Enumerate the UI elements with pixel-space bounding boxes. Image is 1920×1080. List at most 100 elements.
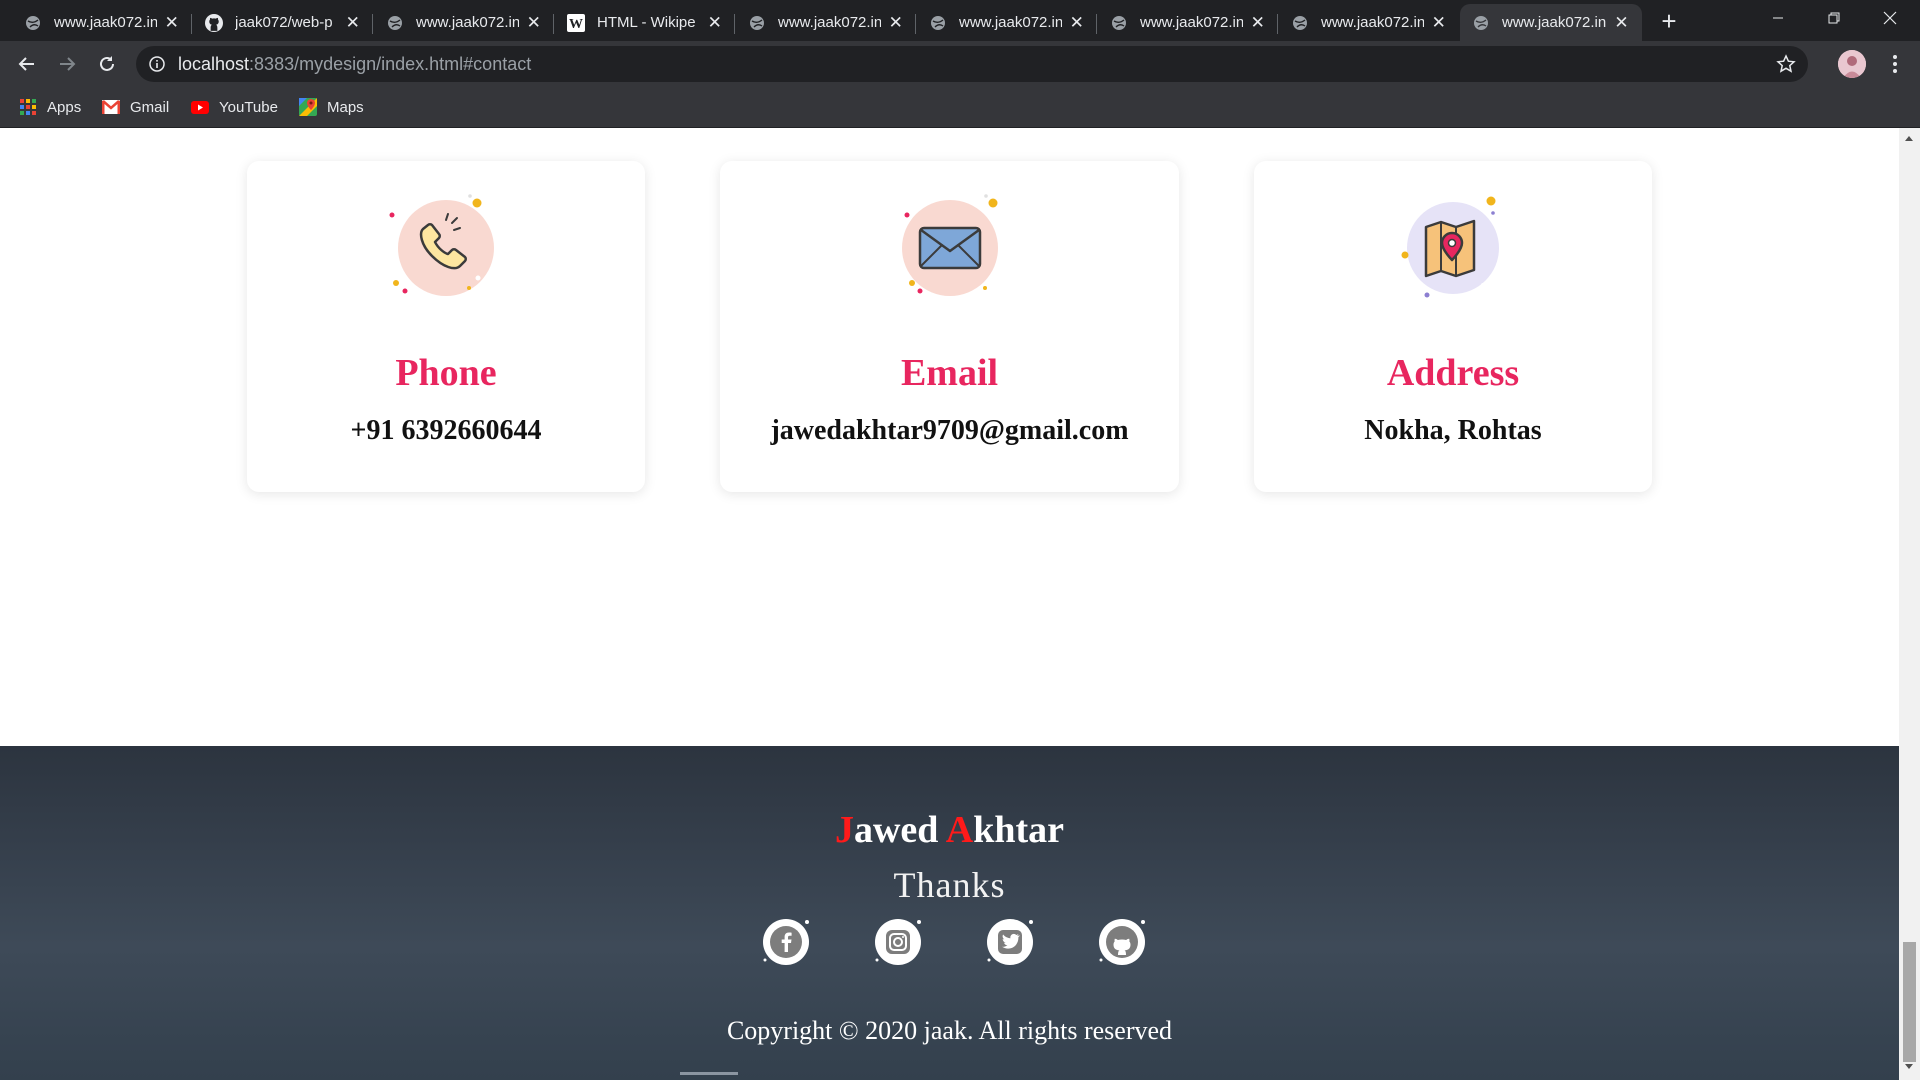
github-icon <box>1099 919 1145 965</box>
bookmarks-bar: Apps Gmail YouTube Maps <box>0 87 1920 128</box>
new-tab-button[interactable]: + <box>1655 8 1683 36</box>
contact-card-address: Address Nokha, Rohtas <box>1254 161 1652 492</box>
tab-separator <box>191 14 192 34</box>
bookmark-youtube[interactable]: YouTube <box>191 95 278 119</box>
tab-6[interactable]: www.jaak072.in ✕ <box>917 4 1097 41</box>
restore-button[interactable] <box>1806 0 1862 36</box>
globe-icon <box>748 14 766 32</box>
phone-icon <box>389 194 494 296</box>
page-scrollbar[interactable] <box>1899 128 1920 1080</box>
tab-title: www.jaak072.in <box>1321 14 1425 31</box>
bookmark-apps[interactable]: Apps <box>19 95 81 119</box>
forward-button[interactable] <box>51 48 83 80</box>
bookmark-label: YouTube <box>219 98 278 116</box>
close-icon[interactable]: ✕ <box>344 13 361 32</box>
tab-title: www.jaak072.in <box>1502 14 1607 31</box>
browser-menu-button[interactable] <box>1885 52 1905 76</box>
globe-icon <box>24 14 42 32</box>
facebook-link[interactable] <box>760 916 812 968</box>
name-first-rest: awed <box>853 809 939 851</box>
globe-icon <box>386 14 404 32</box>
bookmark-label: Apps <box>47 98 82 116</box>
card-title: Address <box>1386 352 1520 394</box>
minimize-button[interactable] <box>1750 0 1806 36</box>
close-icon[interactable]: ✕ <box>706 13 723 32</box>
close-icon[interactable]: ✕ <box>525 13 542 32</box>
globe-icon <box>1291 14 1309 32</box>
instagram-icon <box>875 919 921 965</box>
scroll-down-arrow-icon[interactable] <box>1905 1064 1913 1069</box>
apps-grid-icon <box>19 98 37 116</box>
close-icon[interactable]: ✕ <box>1613 13 1630 32</box>
tab-separator <box>553 14 554 34</box>
tab-strip: www.jaak072.in ✕ jaak072/web-p ✕ www.jaa… <box>0 0 1920 41</box>
tab-4[interactable]: W HTML - Wikipe ✕ <box>555 4 735 41</box>
close-icon[interactable]: ✕ <box>1249 13 1266 32</box>
globe-icon <box>1472 14 1490 32</box>
tab-separator <box>372 14 373 34</box>
card-title: Phone <box>395 352 497 394</box>
browser-toolbar: localhost:8383/mydesign/index.html#conta… <box>0 41 1920 87</box>
tab-title: www.jaak072.in <box>54 14 158 31</box>
copyright-text: Copyright © 2020 jaak. All rights reserv… <box>726 1016 1173 1045</box>
bookmark-star-icon[interactable] <box>1776 54 1796 74</box>
tab-separator <box>1277 14 1278 34</box>
close-icon[interactable]: ✕ <box>163 13 180 32</box>
scrollbar-thumb[interactable] <box>1903 942 1916 1062</box>
back-arrow-icon <box>18 57 34 71</box>
restore-icon <box>1828 12 1840 24</box>
page-viewport: Phone +91 6392660644 Email jawedakhtar97… <box>0 128 1899 1080</box>
info-icon[interactable] <box>149 56 165 72</box>
profile-avatar[interactable] <box>1838 50 1866 78</box>
kebab-menu-icon <box>1893 55 1897 73</box>
tab-3[interactable]: www.jaak072.in ✕ <box>374 4 554 41</box>
social-links <box>760 916 1145 976</box>
map-pin-icon <box>1401 196 1499 298</box>
close-icon[interactable]: ✕ <box>1430 13 1447 32</box>
tab-title: jaak072/web-p <box>235 14 333 31</box>
card-value: +91 6392660644 <box>350 415 542 446</box>
close-icon[interactable]: ✕ <box>1068 13 1085 32</box>
tab-title: www.jaak072.in <box>778 14 882 31</box>
twitter-icon <box>987 919 1033 965</box>
globe-icon <box>929 14 947 32</box>
close-window-icon <box>1883 11 1897 25</box>
instagram-link[interactable] <box>872 916 924 968</box>
contact-card-phone: Phone +91 6392660644 <box>247 161 645 492</box>
maps-icon <box>299 98 317 116</box>
footer-thanks: Thanks <box>893 865 1006 905</box>
github-icon <box>205 13 223 32</box>
address-bar[interactable]: localhost:8383/mydesign/index.html#conta… <box>136 46 1808 82</box>
site-footer: Jawed Akhtar Thanks Copyright © 2020 jaa… <box>0 746 1899 1080</box>
bookmark-maps[interactable]: Maps <box>299 95 364 119</box>
tab-7[interactable]: www.jaak072.in ✕ <box>1098 4 1278 41</box>
facebook-icon <box>763 919 809 965</box>
name-initial-first: J <box>834 809 854 851</box>
tab-9-active[interactable]: www.jaak072.in ✕ <box>1460 4 1642 41</box>
twitter-link[interactable] <box>984 916 1036 968</box>
bookmark-gmail[interactable]: Gmail <box>102 95 169 119</box>
minimize-icon <box>1773 17 1783 19</box>
gmail-icon <box>102 98 120 116</box>
url-path: :8383/mydesign/index.html#contact <box>249 53 532 74</box>
tab-separator <box>1096 14 1097 34</box>
reload-icon <box>100 56 114 71</box>
tab-title: www.jaak072.in <box>416 14 520 31</box>
back-button[interactable] <box>11 48 43 80</box>
forward-arrow-icon <box>60 57 76 71</box>
scroll-up-arrow-icon[interactable] <box>1905 136 1913 141</box>
github-link[interactable] <box>1096 916 1148 968</box>
tab-2[interactable]: jaak072/web-p ✕ <box>193 4 373 41</box>
svg-text:W: W <box>569 17 583 32</box>
reload-button[interactable] <box>91 48 123 80</box>
tab-5[interactable]: www.jaak072.in ✕ <box>736 4 916 41</box>
close-window-button[interactable] <box>1862 0 1918 36</box>
tab-8[interactable]: www.jaak072.in ✕ <box>1279 4 1459 41</box>
card-value: Nokha, Rohtas <box>1364 415 1542 446</box>
close-icon[interactable]: ✕ <box>887 13 904 32</box>
youtube-icon <box>191 98 209 116</box>
footer-name: Jawed Akhtar <box>0 808 1899 852</box>
tab-title: HTML - Wikipe <box>597 14 696 31</box>
bookmark-label: Maps <box>327 98 364 116</box>
tab-1[interactable]: www.jaak072.in ✕ <box>12 4 192 41</box>
